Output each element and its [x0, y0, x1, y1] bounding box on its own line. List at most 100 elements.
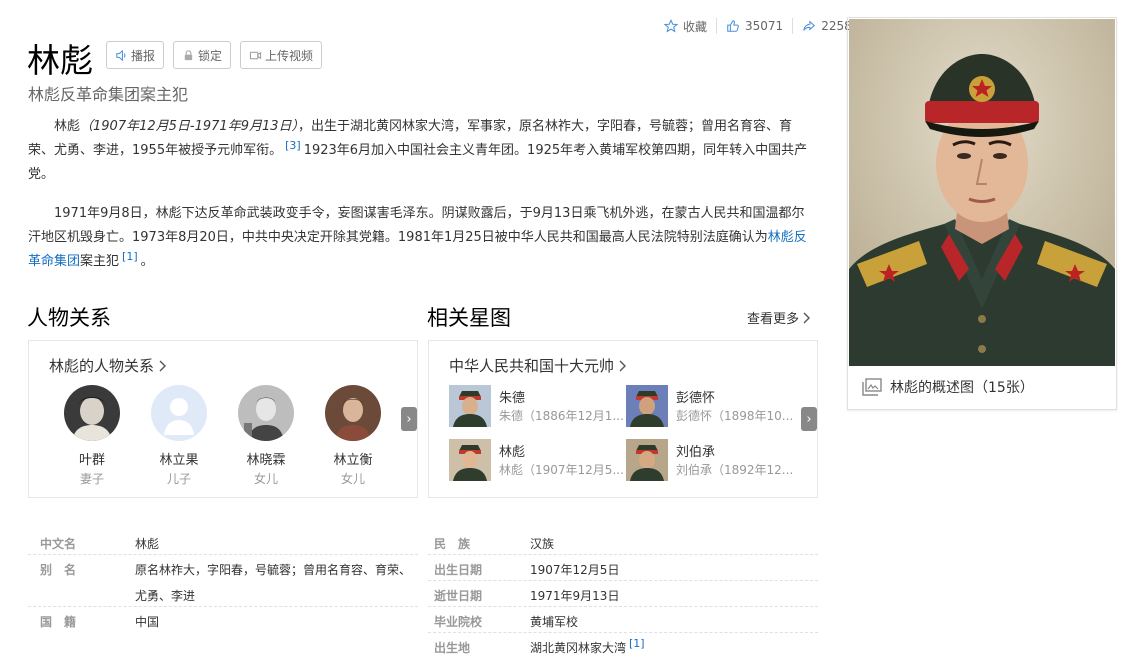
image-gallery-icon: [862, 378, 882, 396]
star-map-panel-title[interactable]: 中华人民共和国十大元帅: [449, 355, 627, 376]
info-row: 出生地 湖北黄冈林家大湾 [1]: [428, 633, 818, 658]
info-row: 民 族 汉族: [428, 529, 818, 555]
album-label: 林彪的概述图（15张）: [890, 380, 1034, 396]
marshal-desc: 彭德怀（1898年10...: [676, 409, 794, 423]
person-name: 叶群: [78, 453, 105, 468]
info-value: 1907年12月5日: [530, 563, 620, 577]
marshal-name: 朱德: [499, 391, 526, 406]
person-relation: 妻子: [79, 472, 104, 486]
info-value-link[interactable]: 中国: [135, 613, 159, 630]
chevron-right-icon: [619, 360, 627, 371]
relations-panel-title[interactable]: 林彪的人物关系: [49, 355, 167, 376]
marshal-item[interactable]: 朱德 朱德（1886年12月1...: [449, 385, 624, 429]
info-key: 出生地: [434, 641, 471, 655]
info-row: 逝世日期 1971年9月13日: [428, 581, 818, 607]
star-map-panel-label: 中华人民共和国十大元帅: [449, 357, 615, 375]
marshal-photo: [449, 439, 491, 481]
chevron-right-icon: [803, 312, 811, 323]
chevron-right-icon: [159, 360, 167, 371]
person-card[interactable]: 林立衡 女儿: [313, 385, 393, 487]
person-name: 林立衡: [333, 453, 373, 468]
like-count: 35071: [745, 19, 784, 33]
info-row: 毕业院校 黄埔军校: [428, 607, 818, 633]
thumbs-up-icon: [727, 20, 739, 32]
page-title: 林彪: [27, 41, 93, 80]
summary-text: 。: [140, 254, 154, 269]
info-row: 尤勇、李进: [28, 581, 418, 607]
album-link[interactable]: 林彪的概述图（15张）: [862, 377, 1034, 397]
collect-button[interactable]: 收藏: [655, 18, 716, 35]
avatar: [238, 385, 294, 441]
upload-video-button[interactable]: 上传视频: [240, 41, 323, 69]
portrait-image[interactable]: [849, 19, 1115, 366]
lock-icon: [184, 49, 193, 60]
info-key: 民 族: [434, 537, 471, 551]
reference-link[interactable]: [1]: [119, 250, 141, 263]
person-name: 林晓霖: [246, 453, 286, 468]
info-value-link[interactable]: 黄埔军校: [530, 613, 578, 630]
info-row: 出生日期 1907年12月5日: [428, 555, 818, 581]
person-relation: 儿子: [166, 472, 191, 486]
info-key: 出生日期: [434, 563, 483, 577]
avatar: [325, 385, 381, 441]
person-card[interactable]: 叶群 妻子: [52, 385, 132, 487]
marshal-desc: 刘伯承（1892年12...: [676, 463, 794, 477]
stats-bar: 收藏 35071 2258: [655, 14, 861, 38]
info-key: 毕业院校: [434, 615, 483, 629]
summary-name: 林彪: [54, 119, 81, 134]
info-value: 湖北黄冈林家大湾 [1]: [530, 637, 648, 656]
info-value-text: 湖北黄冈林家大湾: [530, 641, 627, 655]
avatar-placeholder: [151, 385, 207, 441]
star-map-section-title: 相关星图: [427, 306, 511, 330]
summary-text: 1971年9月8日，林彪下达反革命武装政变手令，妄图谋害毛泽东。阴谋败露后，于9…: [28, 206, 805, 245]
marshal-photo: [626, 439, 668, 481]
marshal-item[interactable]: 刘伯承 刘伯承（1892年12...: [626, 439, 801, 483]
marshal-item[interactable]: 彭德怀 彭德怀（1898年10...: [626, 385, 801, 429]
marshal-photo: [449, 385, 491, 427]
broadcast-label: 播报: [131, 48, 156, 63]
lock-button[interactable]: 锁定: [173, 41, 232, 69]
marshal-desc: 朱德（1886年12月1...: [499, 409, 624, 423]
info-key: 别 名: [40, 563, 77, 577]
info-value-link[interactable]: 汉族: [530, 535, 554, 552]
see-more-link[interactable]: 查看更多: [747, 308, 811, 327]
subtitle: 林彪反革命集团案主犯: [28, 85, 189, 104]
relations-next-button[interactable]: ›: [401, 407, 417, 431]
person-relation: 女儿: [253, 472, 278, 486]
relations-panel-label: 林彪的人物关系: [49, 357, 155, 375]
reference-link[interactable]: [3]: [282, 139, 304, 152]
info-value: 尤勇、李进: [135, 589, 196, 603]
star-icon: [664, 19, 678, 33]
broadcast-button[interactable]: 播报: [106, 41, 165, 69]
info-value: 林彪: [135, 537, 160, 551]
marshal-name: 刘伯承: [676, 445, 716, 460]
relations-panel: 林彪的人物关系 叶群 妻子 林立果 儿子 林晓霖 女儿 林立衡 女儿: [28, 340, 418, 498]
like-button[interactable]: 35071: [717, 19, 792, 33]
info-value: 原名林祚大，字阳春，号毓蓉；曾用名育容、育荣、: [135, 563, 412, 577]
person-relation: 女儿: [340, 472, 365, 486]
star-map-next-button[interactable]: ›: [801, 407, 817, 431]
avatar: [64, 385, 120, 441]
info-key: 国 籍: [40, 615, 77, 629]
speaker-icon: [116, 49, 126, 61]
info-row: 中文名 林彪: [28, 529, 418, 555]
summary-picture-card[interactable]: 林彪的概述图（15张）: [847, 17, 1117, 410]
marshal-name: 林彪: [499, 445, 526, 460]
info-value: 1971年9月13日: [530, 589, 620, 603]
info-row: 国 籍 中国: [28, 607, 418, 633]
marshal-item[interactable]: 林彪 林彪（1907年12月5...: [449, 439, 624, 483]
marshal-name: 彭德怀: [676, 391, 716, 406]
reference-link[interactable]: [1]: [626, 637, 648, 650]
summary-paragraph-2: 1971年9月8日，林彪下达反革命武装政变手令，妄图谋害毛泽东。阴谋败露后，于9…: [28, 202, 814, 274]
lock-label: 锁定: [198, 48, 223, 63]
marshal-photo: [626, 385, 668, 427]
video-icon: [249, 51, 262, 59]
person-card[interactable]: 林立果 儿子: [139, 385, 219, 487]
marshal-desc: 林彪（1907年12月5...: [499, 463, 624, 477]
person-card[interactable]: 林晓霖 女儿: [226, 385, 306, 487]
share-icon: [803, 20, 816, 31]
relations-section-title: 人物关系: [27, 306, 111, 330]
star-map-panel: 中华人民共和国十大元帅 朱德 朱德（1886年12月1... 彭德怀 彭德怀（1…: [428, 340, 818, 498]
summary-paragraph-1: 林彪（1907年12月5日-1971年9月13日），出生于湖北黄冈林家大湾，军事…: [28, 115, 814, 187]
info-row: 别 名 原名林祚大，字阳春，号毓蓉；曾用名育容、育荣、: [28, 555, 418, 581]
